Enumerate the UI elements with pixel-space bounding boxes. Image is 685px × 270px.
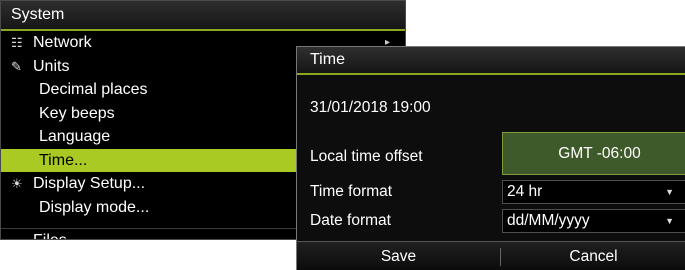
files-icon: ▭ — [11, 229, 33, 239]
local-time-offset-label: Local time offset — [310, 148, 423, 165]
time-dialog: Time 31/01/2018 19:00 Local time offset … — [296, 46, 685, 270]
system-menu-title: System — [1, 1, 405, 31]
menu-item-label: Decimal places — [39, 81, 148, 98]
date-format-dropdown[interactable]: dd/MM/yyyy ▼ — [502, 209, 685, 233]
save-button[interactable]: Save — [297, 242, 500, 270]
menu-item-label: Language — [39, 128, 111, 145]
menu-item-label: Display mode... — [39, 198, 150, 216]
chevron-down-icon: ▼ — [665, 187, 674, 197]
local-time-offset-button[interactable]: GMT -06:00 — [502, 132, 685, 175]
menu-item-label: Units — [33, 57, 70, 75]
network-icon: ☷ — [11, 35, 23, 50]
cancel-button[interactable]: Cancel — [501, 242, 685, 270]
pencil-icon: ✎ — [11, 58, 22, 74]
time-format-value: 24 hr — [507, 183, 543, 200]
menu-item-label: Network — [33, 34, 92, 51]
date-format-label: Date format — [310, 212, 391, 229]
date-format-value: dd/MM/yyyy — [507, 212, 590, 229]
current-datetime: 31/01/2018 19:00 — [310, 99, 431, 116]
menu-item-label: Display Setup... — [33, 175, 146, 192]
chevron-down-icon: ▼ — [665, 216, 674, 226]
menu-item-files[interactable]: ▭Files — [11, 229, 67, 239]
sun-icon: ☀ — [11, 176, 23, 191]
time-dialog-title: Time — [297, 47, 685, 75]
time-format-dropdown[interactable]: 24 hr ▼ — [502, 180, 685, 204]
time-format-label: Time format — [310, 183, 393, 200]
menu-item-label: Time... — [39, 151, 88, 169]
dialog-footer: Save Cancel — [297, 241, 685, 270]
menu-item-label: Key beeps — [39, 104, 115, 122]
